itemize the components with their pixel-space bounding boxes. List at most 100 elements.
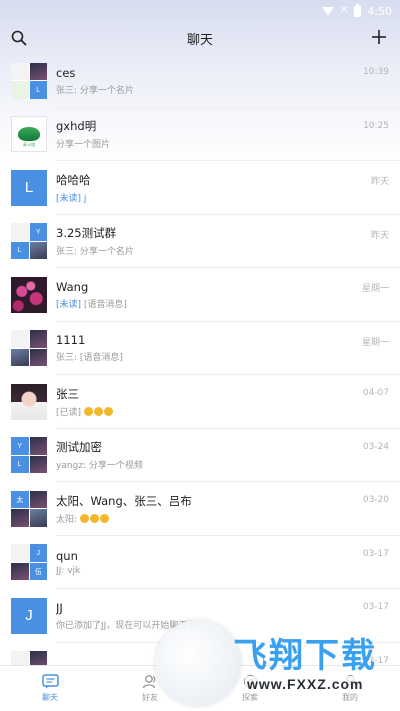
avatar-tile: 伍 [29, 562, 47, 581]
avatar-tile: L [29, 81, 47, 99]
photo-avatar [11, 383, 47, 420]
avatar-tile [29, 651, 47, 665]
avatar-tile: J [29, 544, 47, 562]
message-preview: yangz: 分享一个视频 [56, 461, 143, 472]
message-time: 10:25 [363, 120, 389, 131]
add-icon[interactable] [370, 28, 388, 46]
avatar-tile [29, 509, 47, 527]
avatar-tile: Y [11, 437, 29, 455]
message-preview: [未读] [语音消息] [56, 297, 400, 310]
tab-friends[interactable]: 好友 [100, 666, 200, 711]
message-preview: 张三: 分享一个名片 [56, 85, 134, 96]
conversation-item[interactable]: 太 太阳、Wang、张三、吕布 太阳: 03-20 [0, 482, 400, 536]
message-time: 星期一 [361, 337, 389, 348]
letter-avatar: L [11, 169, 47, 206]
conversation-list[interactable]: L ces 张三: 分享一个名片 10:39 高卡相 gxhd明 分享一个图片 … [0, 54, 400, 665]
no-signal-icon: ✕ [339, 5, 349, 16]
tab-label: 聊天 [42, 693, 58, 702]
status-bar: ✕ 4:50 [0, 0, 400, 22]
conversation-item[interactable]: Wang [未读] [语音消息] 星期一 [0, 268, 400, 322]
message-preview: [未读] j [56, 191, 400, 204]
logo-text: 高卡相 [23, 142, 35, 148]
tab-label: 好友 [142, 693, 158, 702]
avatar-tile [29, 490, 47, 509]
letter-avatar: J [11, 597, 47, 634]
message-preview: 张三: 分享一个名片 [56, 247, 134, 258]
message-time: 03-17 [362, 548, 389, 559]
emoji-icon [99, 513, 109, 523]
avatar-tile [29, 62, 47, 81]
conversation-item[interactable]: 1111 张三: [语音消息] 星期一 [0, 322, 400, 376]
conversation-item[interactable]: L ces 张三: 分享一个名片 10:39 [0, 54, 400, 108]
conversation-name: 3.25测试群 [56, 226, 117, 241]
logo-icon [18, 127, 40, 142]
explore-icon [243, 674, 257, 689]
conversation-name: 1111 [56, 333, 86, 348]
conversation-name: 太阳、Wang、张三、吕布 [56, 493, 192, 508]
avatar-tile [11, 81, 29, 99]
tab-chat[interactable]: 聊天 [0, 666, 100, 711]
conversation-item[interactable]: L 哈哈哈 [未读] j 昨天 [0, 161, 400, 215]
emoji-icon [79, 513, 89, 523]
message-time: 昨天 [370, 230, 389, 241]
conversation-name: qun [56, 548, 78, 563]
avatar-tile [11, 651, 29, 665]
message-time: 04-07 [362, 388, 389, 398]
message-time: 03-17 [362, 602, 389, 612]
battery-icon [354, 3, 362, 17]
avatar-tile [11, 330, 29, 348]
avatar-tile [29, 455, 47, 474]
friends-icon [142, 675, 155, 689]
avatar-tile [29, 348, 47, 367]
app-header: 聊天 [0, 22, 400, 54]
tab-me[interactable]: 我的 [300, 666, 400, 711]
avatar-tile: 太 [11, 490, 29, 509]
conversation-name: 测试加密 [56, 440, 102, 455]
message-preview: JJ: vjk [56, 565, 81, 576]
message-preview: 太阳: [56, 512, 400, 525]
status-time: 4:50 [367, 4, 392, 18]
group-avatar: J 伍 [11, 544, 47, 581]
avatar-tile [29, 241, 47, 260]
message-time: 10:39 [363, 67, 389, 77]
avatar-tile [29, 330, 47, 348]
unread-tag: [未读] [56, 299, 82, 310]
wifi-icon [321, 6, 334, 16]
avatar-tile: L [11, 455, 29, 474]
tab-explore[interactable]: 探索 [200, 666, 300, 711]
logo-avatar: 高卡相 [11, 116, 47, 153]
emoji-icon [93, 406, 103, 416]
chat-icon [41, 674, 59, 689]
group-avatar: Y L [11, 437, 47, 474]
message-time: 03-20 [362, 495, 389, 505]
message-time: 03-17 [362, 655, 389, 666]
conversation-item[interactable]: J JJ 你已添加了JJ，现在可以开始聊天了 03-17 [0, 589, 400, 643]
message-preview: 你已添加了JJ，现在可以开始聊天了 [56, 620, 197, 631]
unread-tag: [未读] [56, 193, 82, 204]
conversation-item[interactable]: J 伍 qun JJ: vjk 03-17 [0, 536, 400, 590]
message-time: 03-24 [362, 441, 389, 452]
conversation-name: ces [56, 65, 76, 80]
message-time: 星期一 [361, 284, 389, 294]
conversation-item[interactable]: Y L 测试加密 yangz: 分享一个视频 03-24 [0, 429, 400, 483]
message-time: 昨天 [370, 177, 389, 187]
tab-label: 探索 [242, 693, 258, 702]
page-title: 聊天 [186, 32, 213, 48]
avatar-tile [11, 62, 29, 81]
conversation-item[interactable]: 高卡相 gxhd明 分享一个图片 10:25 [0, 108, 400, 162]
bottom-tab-bar: 聊天 好友 探索 我的 [0, 665, 400, 711]
conversation-name: gxhd明 [56, 119, 97, 134]
search-icon[interactable] [11, 30, 27, 46]
conversation-name: 哈哈哈 [56, 172, 91, 187]
avatar-tile: Y [29, 223, 47, 241]
preview-text: [语音消息] [83, 299, 127, 310]
message-preview: 分享一个图片 [56, 140, 111, 151]
conversation-name: JJ [56, 600, 63, 615]
conversation-item[interactable]: Y L 3.25测试群 张三: 分享一个名片 昨天 [0, 215, 400, 269]
conversation-item[interactable]: 张三 [已读] 04-07 [0, 375, 400, 429]
message-preview: 张三: [语音消息] [56, 353, 123, 364]
avatar-tile [11, 562, 29, 581]
tab-label: 我的 [342, 693, 358, 702]
conversation-item[interactable]: qun 03-17 [0, 643, 400, 666]
conversation-name: Wang [56, 279, 89, 294]
